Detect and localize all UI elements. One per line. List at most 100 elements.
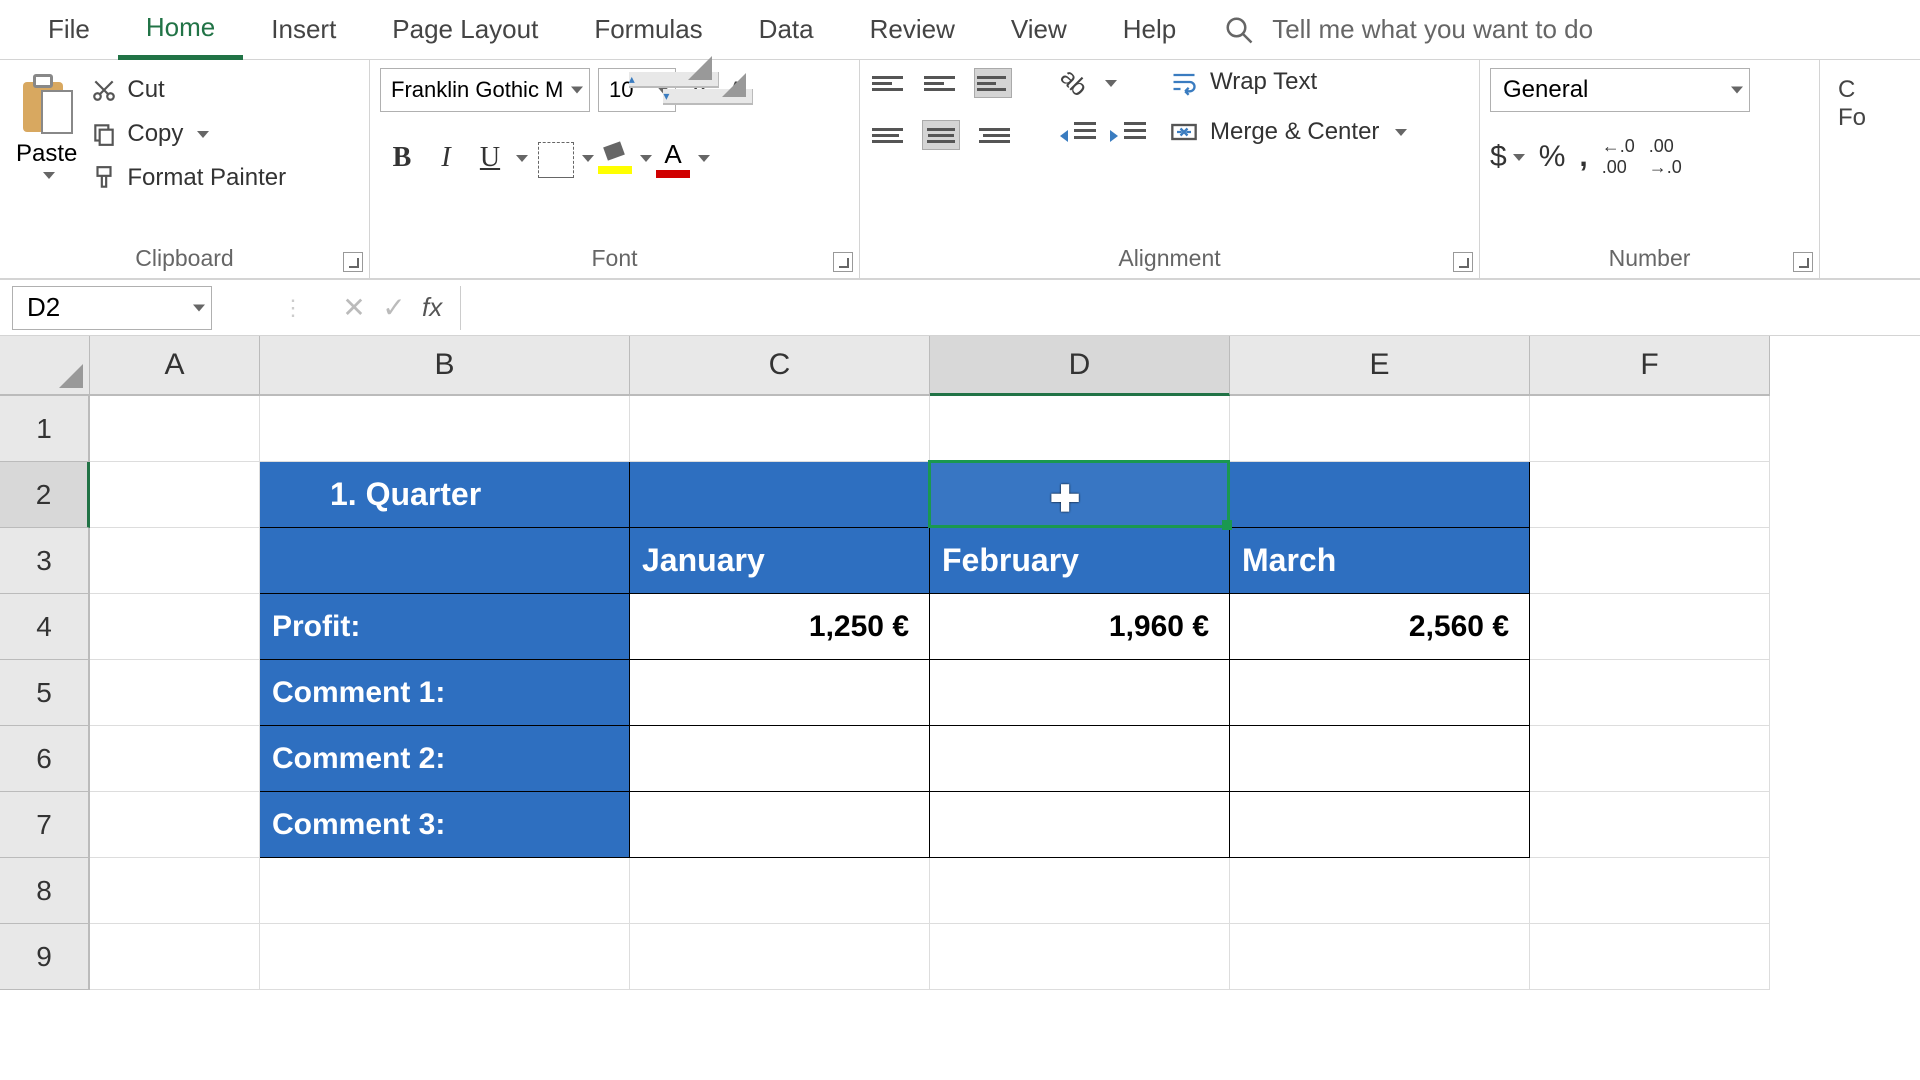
align-center-button[interactable] (922, 120, 960, 150)
cell[interactable] (930, 462, 1230, 528)
cell[interactable] (1530, 924, 1770, 990)
paste-dropdown-icon[interactable] (43, 172, 55, 179)
profit-label[interactable]: Profit: (260, 594, 630, 660)
cell[interactable] (1230, 462, 1530, 528)
align-right-button[interactable] (974, 120, 1012, 150)
cell[interactable] (1530, 396, 1770, 462)
col-header-e[interactable]: E (1230, 336, 1530, 396)
font-dialog-launcher[interactable] (833, 252, 853, 272)
cell[interactable] (630, 462, 930, 528)
align-top-button[interactable] (870, 68, 908, 98)
tab-insert[interactable]: Insert (243, 0, 364, 60)
underline-dropdown-icon[interactable] (516, 155, 528, 162)
cell[interactable] (90, 726, 260, 792)
cell[interactable] (1230, 792, 1530, 858)
cell[interactable] (630, 660, 930, 726)
merge-dropdown-icon[interactable] (1395, 129, 1407, 136)
tab-review[interactable]: Review (842, 0, 983, 60)
row-header-1[interactable]: 1 (0, 396, 90, 462)
cell[interactable] (90, 660, 260, 726)
cell[interactable] (260, 858, 630, 924)
comment-label[interactable]: Comment 1: (260, 660, 630, 726)
cell[interactable] (1230, 924, 1530, 990)
cancel-formula-button[interactable]: ✕ (334, 288, 374, 328)
fill-color-button[interactable] (598, 142, 632, 174)
fill-dropdown-icon[interactable] (640, 155, 652, 162)
borders-dropdown-icon[interactable] (582, 155, 594, 162)
cell[interactable] (90, 462, 260, 528)
cell[interactable] (260, 396, 630, 462)
col-header-b[interactable]: B (260, 336, 630, 396)
bold-button[interactable]: B (380, 136, 424, 180)
fx-icon[interactable]: fx (422, 292, 442, 323)
cell[interactable] (930, 660, 1230, 726)
row-header-9[interactable]: 9 (0, 924, 90, 990)
col-header-f[interactable]: F (1530, 336, 1770, 396)
cell[interactable] (1530, 858, 1770, 924)
alignment-dialog-launcher[interactable] (1453, 252, 1473, 272)
tab-formulas[interactable]: Formulas (566, 0, 730, 60)
italic-button[interactable]: I (424, 136, 468, 180)
cells-area[interactable]: 1. Quarter January February March Profit… (90, 396, 1770, 990)
cell[interactable] (90, 792, 260, 858)
comma-format-button[interactable]: , (1579, 140, 1587, 174)
month-header[interactable]: February (930, 528, 1230, 594)
cell[interactable] (1230, 726, 1530, 792)
cell[interactable] (1230, 396, 1530, 462)
merge-center-button[interactable]: Merge & Center (1170, 118, 1407, 146)
cell[interactable] (1530, 660, 1770, 726)
comment-label[interactable]: Comment 2: (260, 726, 630, 792)
tab-page-layout[interactable]: Page Layout (364, 0, 566, 60)
profit-value[interactable]: 1,960 € (930, 594, 1230, 660)
borders-button[interactable] (538, 142, 574, 178)
align-middle-button[interactable] (922, 68, 960, 98)
decrease-indent-button[interactable] (1060, 120, 1096, 150)
row-header-3[interactable]: 3 (0, 528, 90, 594)
tab-file[interactable]: File (20, 0, 118, 60)
cell[interactable] (630, 924, 930, 990)
tab-data[interactable]: Data (731, 0, 842, 60)
format-painter-button[interactable]: Format Painter (91, 164, 286, 192)
tab-help[interactable]: Help (1095, 0, 1204, 60)
decrease-decimal-button[interactable]: .00→.0 (1649, 136, 1682, 178)
comment-label[interactable]: Comment 3: (260, 792, 630, 858)
tell-me-search[interactable]: Tell me what you want to do (1224, 14, 1593, 45)
row-header-5[interactable]: 5 (0, 660, 90, 726)
cell[interactable] (1530, 726, 1770, 792)
cell[interactable] (1530, 528, 1770, 594)
select-all-corner[interactable] (0, 336, 90, 396)
cell[interactable] (930, 792, 1230, 858)
copy-button[interactable]: Copy (91, 120, 286, 148)
font-color-dropdown-icon[interactable] (698, 155, 710, 162)
align-left-button[interactable] (870, 120, 908, 150)
formula-input[interactable] (460, 286, 1908, 330)
copy-dropdown-icon[interactable] (197, 131, 209, 138)
orientation-dropdown-icon[interactable] (1105, 80, 1117, 87)
row-header-4[interactable]: 4 (0, 594, 90, 660)
cell[interactable] (1230, 858, 1530, 924)
month-header[interactable]: March (1230, 528, 1530, 594)
number-dialog-launcher[interactable] (1793, 252, 1813, 272)
cell[interactable] (90, 396, 260, 462)
increase-decimal-button[interactable]: ←.0.00 (1602, 136, 1635, 178)
col-header-c[interactable]: C (630, 336, 930, 396)
align-bottom-button[interactable] (974, 68, 1012, 98)
cell[interactable] (90, 858, 260, 924)
orientation-button[interactable]: ab (1054, 64, 1093, 103)
cell[interactable] (930, 726, 1230, 792)
number-format-combo[interactable]: General (1490, 68, 1750, 112)
cell[interactable] (930, 396, 1230, 462)
enter-formula-button[interactable]: ✓ (374, 288, 414, 328)
month-header[interactable]: January (630, 528, 930, 594)
font-name-combo[interactable]: Franklin Gothic M (380, 68, 590, 112)
cell[interactable] (90, 594, 260, 660)
col-header-a[interactable]: A (90, 336, 260, 396)
increase-indent-button[interactable] (1110, 120, 1146, 150)
row-header-8[interactable]: 8 (0, 858, 90, 924)
cell[interactable] (630, 726, 930, 792)
cell[interactable] (630, 396, 930, 462)
table-title[interactable]: 1. Quarter (260, 462, 630, 528)
tab-view[interactable]: View (983, 0, 1095, 60)
cell[interactable] (1530, 792, 1770, 858)
font-color-button[interactable]: A (656, 139, 690, 178)
